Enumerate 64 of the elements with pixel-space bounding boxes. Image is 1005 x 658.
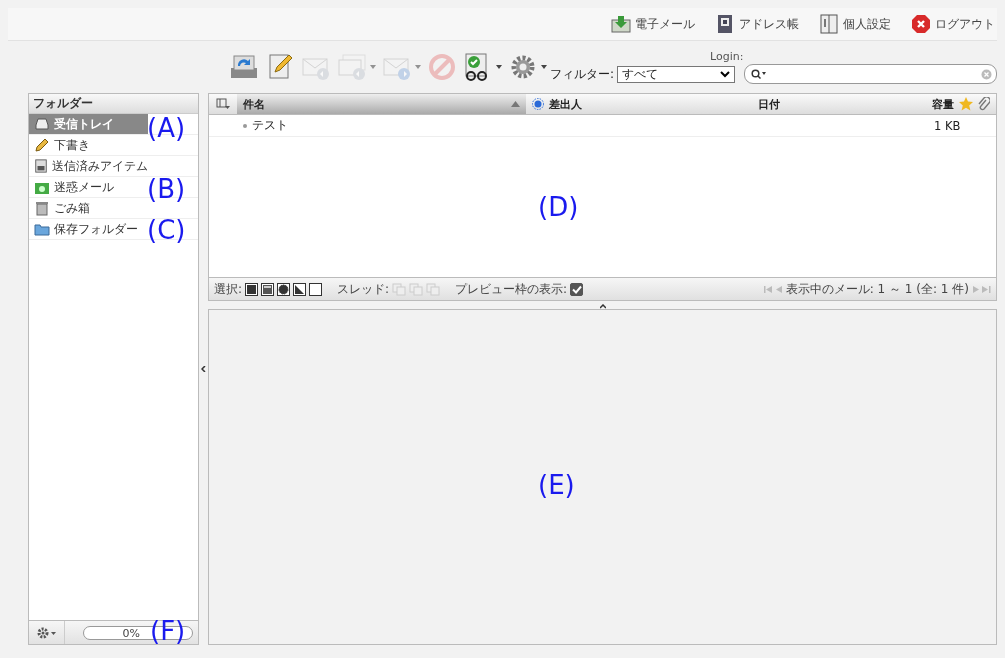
dropdown-caret-icon bbox=[541, 65, 547, 69]
top-nav-link[interactable]: 電子メール bbox=[611, 14, 695, 34]
select-label: 選択: bbox=[214, 280, 243, 298]
column-options-icon[interactable] bbox=[216, 98, 230, 110]
table-cell: 1 KB bbox=[934, 118, 961, 133]
star-icon bbox=[959, 97, 973, 111]
login-label: Login: bbox=[709, 50, 745, 64]
message-count: 表示中のメール: 1 ～ 1 (全: 1 件) bbox=[785, 280, 969, 298]
mail-download-icon bbox=[611, 14, 631, 34]
folder-item[interactable]: 保存フォルダー bbox=[29, 219, 148, 239]
top-nav-link[interactable]: 個人設定 bbox=[819, 14, 891, 34]
folder-item[interactable]: 送信済みアイテム bbox=[29, 156, 148, 176]
prohibited-icon bbox=[427, 52, 457, 82]
checkmark-icon bbox=[571, 284, 582, 294]
thread-label: スレッド: bbox=[337, 280, 390, 298]
dropdown-caret-icon bbox=[370, 65, 376, 69]
gear-icon bbox=[36, 626, 57, 639]
annotation-label: (B) bbox=[147, 175, 186, 203]
reply-all-icon bbox=[337, 52, 367, 82]
column-header[interactable]: 差出人 bbox=[549, 96, 582, 112]
annotation-label: (E) bbox=[538, 471, 575, 499]
top-nav-link[interactable]: ログアウト bbox=[911, 14, 995, 34]
column-header[interactable]: 容量 bbox=[932, 96, 954, 112]
splitter-handle-icon[interactable] bbox=[201, 366, 206, 372]
folder-item[interactable]: 迷惑メール bbox=[29, 177, 148, 197]
preview-checkbox[interactable] bbox=[570, 282, 584, 296]
message-row[interactable]: テスト 1 KB bbox=[209, 115, 996, 137]
sun-icon bbox=[532, 98, 544, 110]
chevron-down-icon bbox=[720, 70, 731, 78]
top-nav-link[interactable]: アドレス帳 bbox=[715, 14, 799, 34]
address-book-icon bbox=[715, 14, 735, 34]
table-cell: テスト bbox=[252, 118, 288, 133]
bullet-icon bbox=[243, 123, 247, 128]
search-icon bbox=[751, 69, 768, 79]
trash-can-icon bbox=[34, 200, 50, 216]
annotation-label: (C) bbox=[147, 216, 186, 244]
folder-item[interactable]: 下書き bbox=[29, 135, 148, 155]
annotation-label: (D) bbox=[538, 193, 579, 221]
select-unread-icon[interactable] bbox=[277, 282, 291, 296]
preview-label: プレビュー枠の表示: bbox=[455, 280, 568, 298]
search-field[interactable] bbox=[744, 64, 997, 84]
column-header[interactable]: 日付 bbox=[758, 96, 780, 112]
pencil-icon bbox=[34, 137, 50, 153]
annotation-label: (F) bbox=[150, 617, 186, 645]
dropdown-caret-icon bbox=[415, 65, 421, 69]
invert-selection-icon[interactable] bbox=[293, 282, 307, 296]
select-none-icon[interactable] bbox=[309, 282, 323, 296]
paperclip-icon bbox=[978, 97, 990, 111]
filter-label: フィルター: bbox=[550, 65, 615, 83]
folder-item[interactable]: ごみ箱 bbox=[29, 198, 148, 218]
folder-icon bbox=[34, 221, 50, 237]
logout-icon bbox=[911, 14, 931, 34]
splitter-handle-icon[interactable] bbox=[599, 304, 606, 309]
panel-header: フォルダー bbox=[29, 94, 198, 114]
select-page-icon[interactable] bbox=[261, 282, 275, 296]
tray-icon bbox=[34, 116, 50, 132]
printer-icon bbox=[34, 158, 48, 174]
filter-dropdown[interactable]: すべて bbox=[617, 65, 736, 83]
settings-panel-icon bbox=[819, 14, 839, 34]
annotation-label: (A) bbox=[147, 114, 186, 142]
select-all-icon[interactable] bbox=[245, 282, 259, 296]
sort-ascending-icon bbox=[511, 101, 520, 107]
folder-item[interactable]: 受信トレイ bbox=[29, 114, 148, 134]
dropdown-caret-icon bbox=[496, 65, 502, 69]
